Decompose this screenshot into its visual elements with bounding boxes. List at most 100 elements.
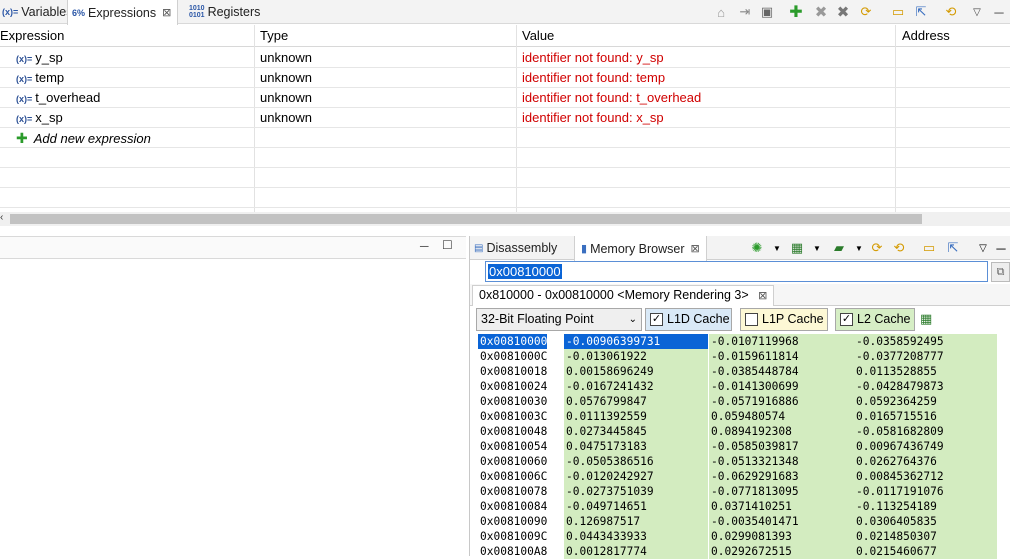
refresh-icon[interactable]: ⟳ — [868, 239, 886, 257]
memory-value[interactable]: 0.0292672515 — [709, 544, 854, 559]
memory-value[interactable]: -0.0167241432 — [564, 379, 708, 394]
memory-value[interactable]: -0.0358592495 — [854, 334, 997, 349]
table-row[interactable]: (x)= temp unknown identifier not found: t… — [0, 68, 1010, 88]
memory-row[interactable]: 0x00810030 0.0576799847 -0.0571916886 0.059… — [478, 394, 998, 409]
memory-value[interactable]: -0.0505386516 — [564, 454, 708, 469]
horizontal-scrollbar[interactable]: ‹ — [0, 212, 1010, 226]
memory-value[interactable]: -0.0585039817 — [709, 439, 854, 454]
table-row[interactable]: (x)= t_overhead unknown identifier not fo… — [0, 88, 1010, 108]
pin-icon[interactable]: ⇱ — [944, 239, 962, 257]
memory-value[interactable]: -0.0141300699 — [709, 379, 854, 394]
l1p-cache-checkbox[interactable]: L1P Cache — [740, 308, 828, 331]
new-view-icon[interactable]: ▭ — [920, 239, 938, 257]
memory-row[interactable]: 0x00810024 -0.0167241432 -0.0141300699 -0.0… — [478, 379, 998, 394]
memory-row[interactable]: 0x00810054 0.0475173183 -0.0585039817 0.009… — [478, 439, 998, 454]
tab-memory-browser[interactable]: ▮ Memory Browser ⊠ — [574, 236, 707, 261]
memory-row[interactable]: 0x0081006C -0.0120242927 -0.0629291683 0.00… — [478, 469, 998, 484]
memory-row[interactable]: 0x008100A8 0.0012817774 0.0292672515 0.0215… — [478, 544, 998, 559]
memory-value[interactable]: -0.0629291683 — [709, 469, 854, 484]
memory-value[interactable]: -0.0571916886 — [709, 394, 854, 409]
memory-value[interactable]: 0.0371410251 — [709, 499, 854, 514]
memory-value[interactable]: -0.0107119968 — [709, 334, 854, 349]
memory-row[interactable]: 0x00810000 -0.00906399731 -0.0107119968 -0.… — [478, 334, 998, 349]
memory-value[interactable]: 0.0111392559 — [564, 409, 708, 424]
memory-value[interactable]: -0.0035401471 — [709, 514, 854, 529]
chip-icon[interactable]: ▦ — [920, 311, 932, 327]
memory-value[interactable]: -0.0428479873 — [854, 379, 997, 394]
memory-value[interactable]: -0.0385448784 — [709, 364, 854, 379]
memory-value[interactable]: -0.049714651 — [564, 499, 708, 514]
go-icon[interactable]: ⧉ — [991, 262, 1010, 282]
pin-icon[interactable]: ⇱ — [912, 3, 930, 21]
memory-value[interactable]: -0.0513321348 — [709, 454, 854, 469]
column-type[interactable]: Type — [260, 25, 288, 47]
memory-value[interactable]: 0.0306405835 — [854, 514, 997, 529]
view-menu-icon[interactable]: ▽ — [968, 3, 986, 21]
close-icon[interactable]: ⊠ — [758, 290, 767, 302]
sync-icon[interactable]: ⟲ — [890, 239, 908, 257]
collapse-icon[interactable]: ⇥ — [736, 3, 754, 21]
memory-value[interactable]: -0.0377208777 — [854, 349, 997, 364]
scroll-left-icon[interactable]: ‹ — [0, 212, 3, 223]
memory-value[interactable]: -0.0159611814 — [709, 349, 854, 364]
memory-value[interactable]: -0.0581682809 — [854, 424, 997, 439]
memory-value[interactable]: 0.0299081393 — [709, 529, 854, 544]
minimize-icon[interactable]: ─ — [992, 239, 1010, 257]
memory-value[interactable]: 0.0012817774 — [564, 544, 708, 559]
remove-all-icon[interactable]: ✖ — [834, 3, 852, 21]
memory-row[interactable]: 0x00810018 0.00158696249 -0.0385448784 0.01… — [478, 364, 998, 379]
scrollbar-thumb[interactable] — [10, 214, 922, 224]
memory-value[interactable]: 0.0894192308 — [709, 424, 854, 439]
memory-row[interactable]: 0x0081003C 0.0111392559 0.059480574 0.01657… — [478, 409, 998, 424]
memory-value[interactable]: 0.0443433933 — [564, 529, 708, 544]
column-address[interactable]: Address — [902, 25, 950, 47]
column-expression[interactable]: Expression — [0, 25, 64, 47]
memory-value[interactable]: -0.013061922 — [564, 349, 708, 364]
collapse-all-icon[interactable]: ▣ — [758, 3, 776, 21]
memory-value[interactable]: -0.0117191076 — [854, 484, 997, 499]
memory-value[interactable]: 0.00967436749 — [854, 439, 997, 454]
tab-disassembly[interactable]: ▤ Disassembly — [474, 236, 557, 260]
memory-row[interactable]: 0x0081000C -0.013061922 -0.0159611814 -0.03… — [478, 349, 998, 364]
address-input[interactable]: 0x00810000 — [485, 261, 988, 282]
memory-row[interactable]: 0x00810090 0.126987517 -0.0035401471 0.0306… — [478, 514, 998, 529]
maximize-icon[interactable]: ☐ — [442, 238, 453, 252]
dropdown-icon[interactable]: ▼ — [768, 239, 786, 257]
memory-value[interactable]: -0.113254189 — [854, 499, 997, 514]
remove-icon[interactable]: ✖ — [812, 3, 830, 21]
close-icon[interactable]: ⊠ — [691, 242, 700, 255]
refresh-icon[interactable]: ⟳ — [857, 3, 875, 21]
memory-value[interactable]: 0.0262764376 — [854, 454, 997, 469]
chip-icon[interactable]: ▦ — [788, 239, 806, 257]
tab-expressions[interactable]: 6% Expressions ⊠ — [67, 0, 179, 25]
column-value[interactable]: Value — [522, 25, 554, 47]
toggle-icon[interactable]: ✺ — [748, 239, 766, 257]
memory-value[interactable]: 0.0214850307 — [854, 529, 997, 544]
memory-value[interactable]: 0.0592364259 — [854, 394, 997, 409]
memory-row[interactable]: 0x00810084 -0.049714651 0.0371410251 -0.113… — [478, 499, 998, 514]
dropdown-icon[interactable]: ▼ — [850, 239, 868, 257]
minimize-icon[interactable]: ─ — [990, 3, 1008, 21]
l2-cache-checkbox[interactable]: ✓ L2 Cache — [835, 308, 915, 331]
memory-row[interactable]: 0x00810060 -0.0505386516 -0.0513321348 0.02… — [478, 454, 998, 469]
table-row[interactable]: (x)= y_sp unknown identifier not found: y… — [0, 48, 1010, 68]
memory-value[interactable]: 0.00158696249 — [564, 364, 708, 379]
memory-value[interactable]: 0.0165715516 — [854, 409, 997, 424]
memory-value[interactable]: 0.059480574 — [709, 409, 854, 424]
memory-value[interactable]: -0.0120242927 — [564, 469, 708, 484]
memory-row[interactable]: 0x0081009C 0.0443433933 0.0299081393 0.0214… — [478, 529, 998, 544]
sync-icon[interactable]: ⟲ — [942, 3, 960, 21]
memory-value[interactable]: 0.0273445845 — [564, 424, 708, 439]
memory-value[interactable]: 0.0576799847 — [564, 394, 708, 409]
dropdown-icon[interactable]: ▼ — [808, 239, 826, 257]
memory-value[interactable]: -0.0273751039 — [564, 484, 708, 499]
table-row[interactable]: (x)= x_sp unknown identifier not found: x… — [0, 108, 1010, 128]
tab-variables[interactable]: (x)= Variables — [0, 0, 72, 24]
memory-row[interactable]: 0x00810078 -0.0273751039 -0.0771813095 -0.0… — [478, 484, 998, 499]
memory-value[interactable]: 0.00845362712 — [854, 469, 997, 484]
add-expression-icon[interactable]: ✚ — [787, 3, 805, 21]
memory-value[interactable]: 0.0475173183 — [564, 439, 708, 454]
memory-value[interactable]: 0.0113528855 — [854, 364, 997, 379]
tab-memory-rendering[interactable]: 0x810000 - 0x00810000 <Memory Rendering … — [472, 285, 775, 306]
chip-icon[interactable]: ▰ — [830, 239, 848, 257]
